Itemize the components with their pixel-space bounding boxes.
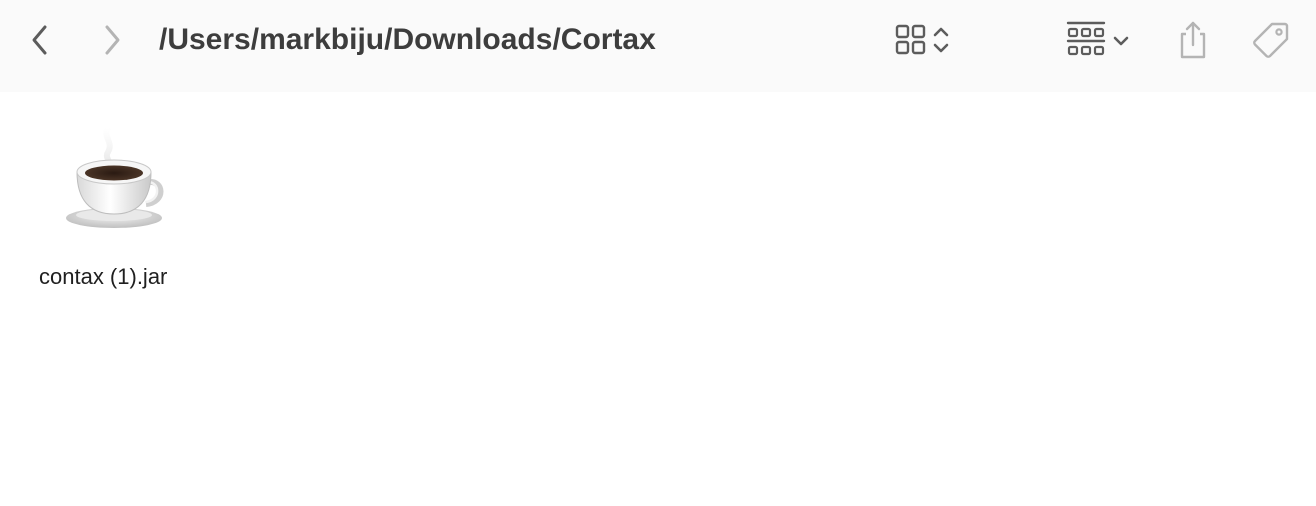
- path-title: /Users/markbiju/Downloads/Cortax: [159, 23, 656, 56]
- file-name: contax (1).jar: [39, 264, 168, 289]
- chevron-right-icon: [105, 25, 120, 55]
- chevron-up-down-icon: [933, 27, 949, 53]
- view-mode-button[interactable]: [884, 20, 962, 60]
- finder-window: /Users/markbiju/Downloads/Cortax contax …: [0, 0, 1316, 506]
- java-coffee-cup-icon: [66, 125, 164, 228]
- chevron-left-icon: [32, 25, 47, 55]
- group-by-button[interactable]: [1058, 20, 1138, 60]
- icon-grid-view-icon: [895, 24, 926, 55]
- forward-button[interactable]: [96, 22, 128, 58]
- tag-button[interactable]: [1248, 18, 1294, 62]
- back-button[interactable]: [24, 22, 56, 58]
- share-icon: [1180, 21, 1206, 59]
- group-by-grid-icon: [1066, 21, 1106, 56]
- file-browser-area: contax (1).jar: [0, 92, 1316, 506]
- toolbar: /Users/markbiju/Downloads/Cortax: [0, 0, 1316, 92]
- share-button[interactable]: [1172, 18, 1214, 62]
- chevron-down-icon: [1113, 36, 1129, 46]
- tag-icon: [1253, 22, 1289, 58]
- file-item[interactable]: contax (1).jar: [30, 120, 200, 300]
